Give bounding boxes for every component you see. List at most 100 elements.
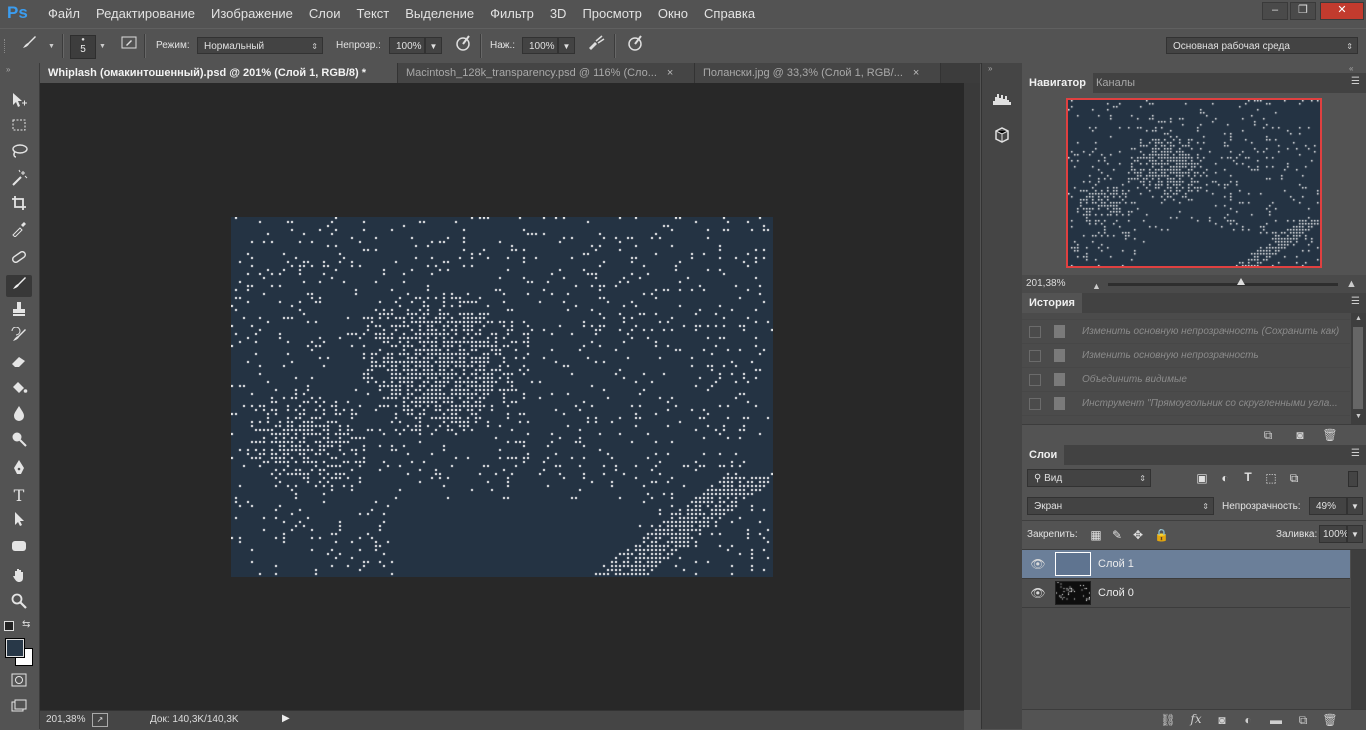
layer-filter-select[interactable]: ⚲ Вид ⇕ [1027, 469, 1151, 487]
eyedropper-tool-icon[interactable] [6, 221, 32, 243]
close-button[interactable]: ✕ [1320, 2, 1364, 20]
eye-icon[interactable]: 👁 [1030, 557, 1046, 571]
close-tab-icon[interactable]: × [913, 67, 919, 79]
3d-panel-icon[interactable] [992, 127, 1012, 145]
zoom-level[interactable]: 201,38% [46, 714, 85, 725]
lock-image-icon[interactable]: ✎ [1110, 528, 1124, 542]
menu-select[interactable]: Выделение [397, 0, 482, 28]
layer-style-fx-icon[interactable]: fx [1188, 712, 1204, 726]
document-image[interactable] [231, 217, 773, 577]
history-item[interactable]: Инструмент "Прямоугольник со скругленным… [1022, 392, 1350, 416]
default-colors-icon[interactable] [4, 621, 14, 631]
healing-brush-tool-icon[interactable] [6, 249, 32, 271]
menu-help[interactable]: Справка [696, 0, 763, 28]
airbrush-icon[interactable] [585, 34, 607, 56]
tab-whiplash[interactable]: Whiplash (омакинтошенный).psd @ 201% (Сл… [40, 63, 398, 83]
minimize-button[interactable]: – [1262, 2, 1288, 20]
foreground-color-swatch[interactable] [5, 638, 25, 658]
lock-position-icon[interactable]: ✥ [1131, 528, 1145, 542]
scroll-down-icon[interactable]: ▼ [1355, 413, 1362, 420]
dodge-tool-icon[interactable] [6, 431, 32, 453]
history-snapshot-checkbox[interactable] [1029, 374, 1041, 386]
history-snapshot-checkbox[interactable] [1029, 350, 1041, 362]
eye-icon[interactable]: 👁 [1030, 586, 1046, 600]
history-snapshot-checkbox[interactable] [1029, 398, 1041, 410]
panel-menu-icon[interactable]: ☰ [1351, 448, 1360, 459]
layers-scrollbar[interactable] [1351, 550, 1366, 710]
restore-button[interactable]: ❐ [1290, 2, 1316, 20]
fill-dropdown[interactable]: ▼ [1347, 525, 1363, 543]
vertical-scrollbar[interactable] [964, 83, 980, 710]
screen-mode-icon[interactable] [6, 697, 32, 719]
lock-all-icon[interactable]: 🔒 [1154, 528, 1169, 542]
status-menu-arrow-icon[interactable]: ▶ [282, 713, 290, 724]
paint-bucket-tool-icon[interactable] [6, 379, 32, 401]
menu-file[interactable]: Файл [40, 0, 88, 28]
marquee-tool-icon[interactable] [6, 117, 32, 139]
history-item[interactable]: Объединить видимые [1022, 368, 1350, 392]
close-tab-icon[interactable]: × [667, 67, 673, 79]
brush-picker-arrow-icon[interactable]: ▼ [99, 43, 106, 50]
layer-row-sloy-0[interactable]: 👁 Слой 0 [1022, 579, 1350, 608]
new-document-from-state-icon[interactable]: ⧉ [1260, 428, 1276, 443]
history-item[interactable]: Изменить основную непрозрачность [1022, 344, 1350, 368]
menu-type[interactable]: Текст [349, 0, 398, 28]
zoom-in-icon[interactable]: ▲ [1346, 278, 1357, 290]
link-layers-icon[interactable]: ⛓ [1160, 713, 1176, 727]
history-scrollbar[interactable]: ▲ ▼ [1351, 313, 1366, 424]
add-mask-icon[interactable]: ◙ [1214, 713, 1230, 727]
filter-smart-objects-icon[interactable]: ⧉ [1287, 471, 1301, 485]
move-tool-icon[interactable] [6, 91, 32, 113]
zoom-tool-icon[interactable] [6, 593, 32, 615]
type-tool-icon[interactable]: T [6, 485, 32, 507]
lock-transparent-icon[interactable]: ▦ [1089, 528, 1103, 542]
lasso-tool-icon[interactable] [6, 143, 32, 165]
pressure-input[interactable]: 100% [522, 37, 558, 54]
navigator-zoom-value[interactable]: 201,38% [1026, 278, 1065, 289]
crop-tool-icon[interactable] [6, 195, 32, 217]
rounded-rectangle-tool-icon[interactable] [6, 537, 32, 559]
collapse-toolbox-icon[interactable]: » [6, 65, 10, 74]
filter-adjustment-layers-icon[interactable]: ◐ [1218, 471, 1232, 485]
brush-tool-icon[interactable] [6, 275, 32, 297]
navigator-zoom-slider[interactable] [1108, 278, 1338, 286]
filter-toggle-switch[interactable] [1348, 471, 1358, 487]
blend-mode-select[interactable]: Экран ⇕ [1027, 497, 1214, 515]
hand-tool-icon[interactable] [6, 567, 32, 589]
export-icon[interactable]: ↗ [92, 713, 108, 727]
mode-select[interactable]: Нормальный ⇕ [197, 37, 323, 54]
eraser-tool-icon[interactable] [6, 353, 32, 375]
layer-opacity-dropdown[interactable]: ▼ [1347, 497, 1363, 515]
history-item[interactable]: Изменить основную непрозрачность (Сохран… [1022, 320, 1350, 344]
trash-icon[interactable]: 🗑 [1322, 428, 1338, 442]
panel-menu-icon[interactable]: ☰ [1351, 296, 1360, 307]
collapse-dock-icon[interactable]: » [988, 64, 992, 73]
new-group-icon[interactable]: ▬ [1268, 713, 1284, 727]
clone-stamp-tool-icon[interactable] [6, 301, 32, 323]
filter-shape-layers-icon[interactable]: ⬚ [1264, 471, 1278, 485]
pressure-opacity-icon[interactable] [452, 34, 474, 56]
scroll-thumb[interactable] [1353, 327, 1363, 409]
path-selection-tool-icon[interactable] [6, 511, 32, 533]
filter-pixel-layers-icon[interactable]: ▣ [1195, 471, 1209, 485]
tab-channels[interactable]: Каналы [1089, 73, 1142, 93]
brush-size-picker[interactable]: ● 5 [70, 35, 96, 59]
histogram-panel-icon[interactable] [992, 91, 1012, 107]
history-brush-tool-icon[interactable] [6, 326, 32, 349]
layer-row-sloy-1[interactable]: 👁 Слой 1 [1022, 550, 1350, 579]
zoom-out-icon[interactable]: ▲ [1092, 281, 1101, 291]
tab-polanski[interactable]: Полански.jpg @ 33,3% (Слой 1, RGB/... × [695, 63, 941, 83]
tab-navigator[interactable]: Навигатор [1022, 73, 1093, 93]
tab-macintosh[interactable]: Macintosh_128k_transparency.psd @ 116% (… [398, 63, 695, 83]
navigator-view-box[interactable] [1066, 98, 1322, 268]
pressure-size-icon[interactable] [624, 34, 646, 56]
trash-icon[interactable]: 🗑 [1322, 713, 1338, 727]
swap-colors-icon[interactable]: ⇆ [22, 619, 30, 630]
pen-tool-icon[interactable] [6, 459, 32, 481]
history-snapshot-checkbox[interactable] [1029, 326, 1041, 338]
scroll-up-icon[interactable]: ▲ [1355, 315, 1362, 322]
blur-tool-icon[interactable] [6, 405, 32, 427]
menu-edit[interactable]: Редактирование [88, 0, 203, 28]
panel-menu-icon[interactable]: ☰ [1351, 76, 1360, 87]
menu-view[interactable]: Просмотр [574, 0, 649, 28]
